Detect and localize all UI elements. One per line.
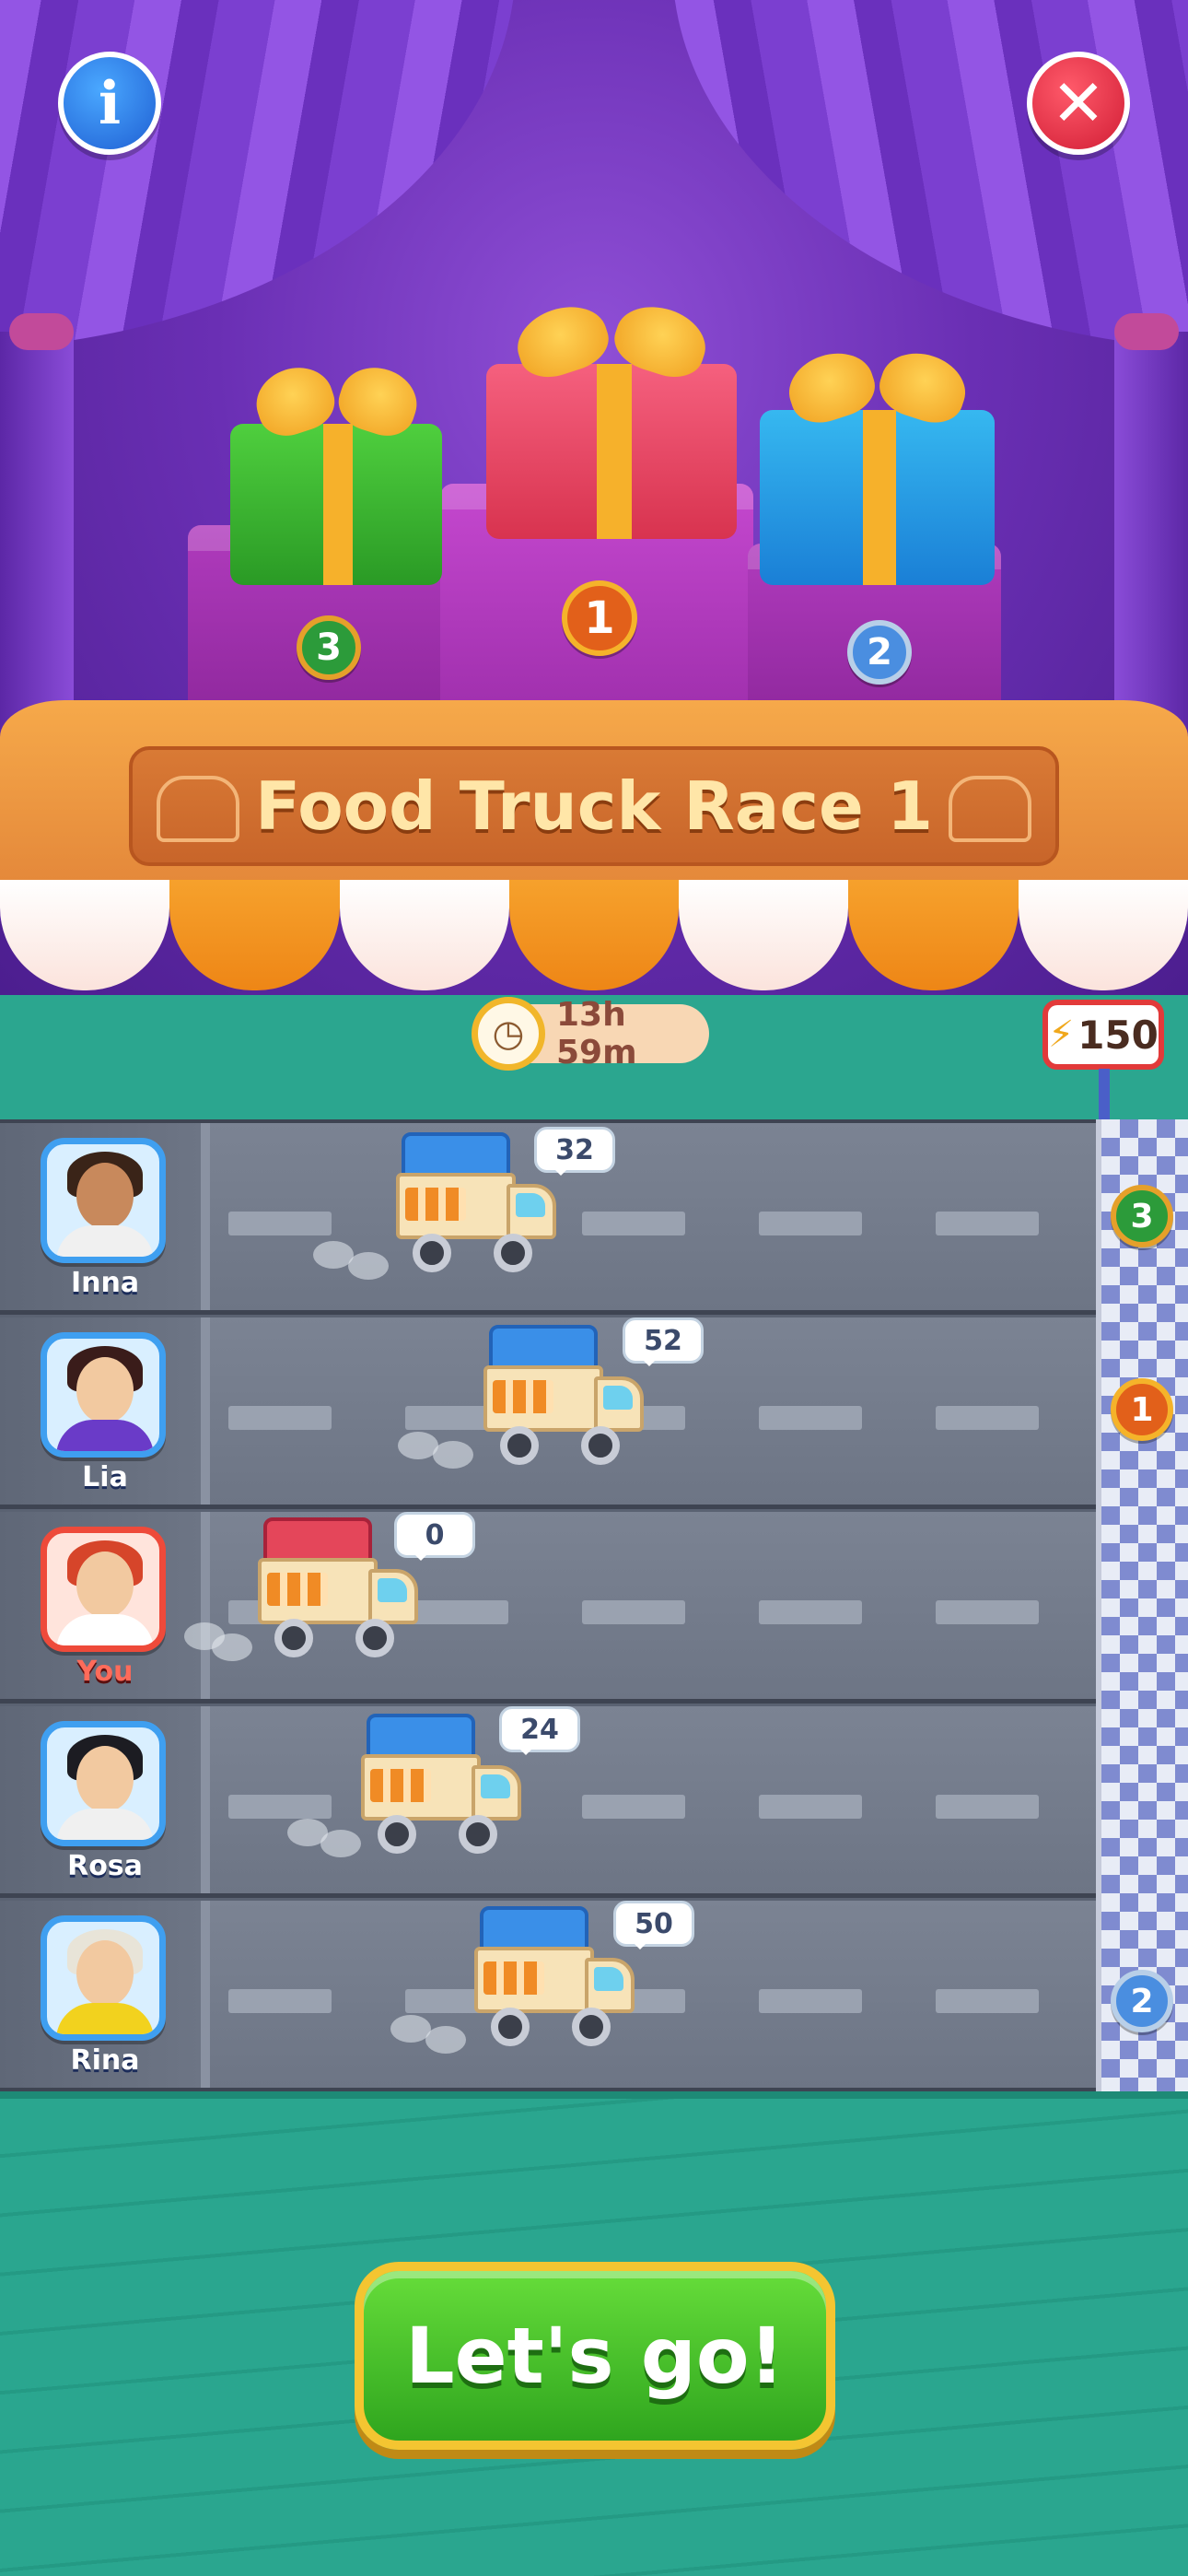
close-button[interactable]: ✕ [1027,52,1130,155]
score-bubble: 50 [613,1901,694,1950]
energy-badge[interactable]: ⚡ 150 [1042,1000,1164,1070]
medal-third-icon: 3 [297,615,361,680]
player-name: Lia [82,1461,128,1493]
energy-value: 150 [1077,1012,1159,1058]
medal-second-icon: 2 [847,620,912,685]
avatar-player[interactable] [41,1527,166,1652]
finish-line [1096,1119,1188,2091]
player-name: Rina [70,2044,140,2077]
gift-box-second-icon[interactable] [760,410,995,585]
finish-medal-second-icon: 2 [1111,1970,1173,2032]
curtain-tie-left [9,313,74,350]
time-remaining: 13h 59m [556,996,637,1071]
score-bubble: 0 [394,1512,475,1561]
race-lane: Inna 32 [0,1123,1096,1315]
finish-medal-first-icon: 1 [1111,1378,1173,1441]
curtain-tie-right [1114,313,1179,350]
race-lane: Rosa 24 [0,1706,1096,1898]
info-icon: i [98,68,122,138]
flag-pole [1099,1069,1110,1124]
avatar[interactable] [41,1138,166,1263]
medal-first-icon: 1 [562,580,637,656]
curtain-left [0,0,516,350]
chef-hat-icon [157,776,239,842]
chef-hat-icon [949,776,1031,842]
player-name: Rosa [67,1850,143,1882]
info-button[interactable]: i [58,52,161,155]
lets-go-label: Let's go! [405,2311,785,2401]
timer-pill: ◷ 13h 59m [472,996,709,1071]
awning [0,880,1188,1000]
finish-medal-third-icon: 3 [1111,1185,1173,1247]
avatar[interactable] [41,1915,166,2041]
score-bubble: 24 [499,1706,580,1755]
curtain-right [672,0,1188,350]
gift-box-third-icon[interactable] [230,424,442,585]
score-bubble: 32 [534,1127,615,1176]
player-name: You [76,1656,134,1688]
event-title: Food Truck Race 1 [254,767,934,845]
gift-box-first-icon[interactable] [486,364,737,539]
race-track: Inna 32 Lia 52 You 0 Rosa 24 Rina 50 [0,1119,1188,2092]
lets-go-button[interactable]: Let's go! [355,2262,835,2450]
close-icon: ✕ [1051,65,1106,141]
avatar[interactable] [41,1332,166,1458]
lightning-icon: ⚡ [1048,1013,1075,1056]
player-name: Inna [70,1267,140,1299]
race-lane-player: You 0 [0,1512,1096,1704]
race-lane: Lia 52 [0,1317,1096,1509]
score-bubble: 52 [623,1317,704,1366]
title-banner: Food Truck Race 1 [129,746,1059,866]
avatar[interactable] [41,1721,166,1846]
clock-icon: ◷ [472,997,545,1071]
race-lane: Rina 50 [0,1901,1096,2092]
